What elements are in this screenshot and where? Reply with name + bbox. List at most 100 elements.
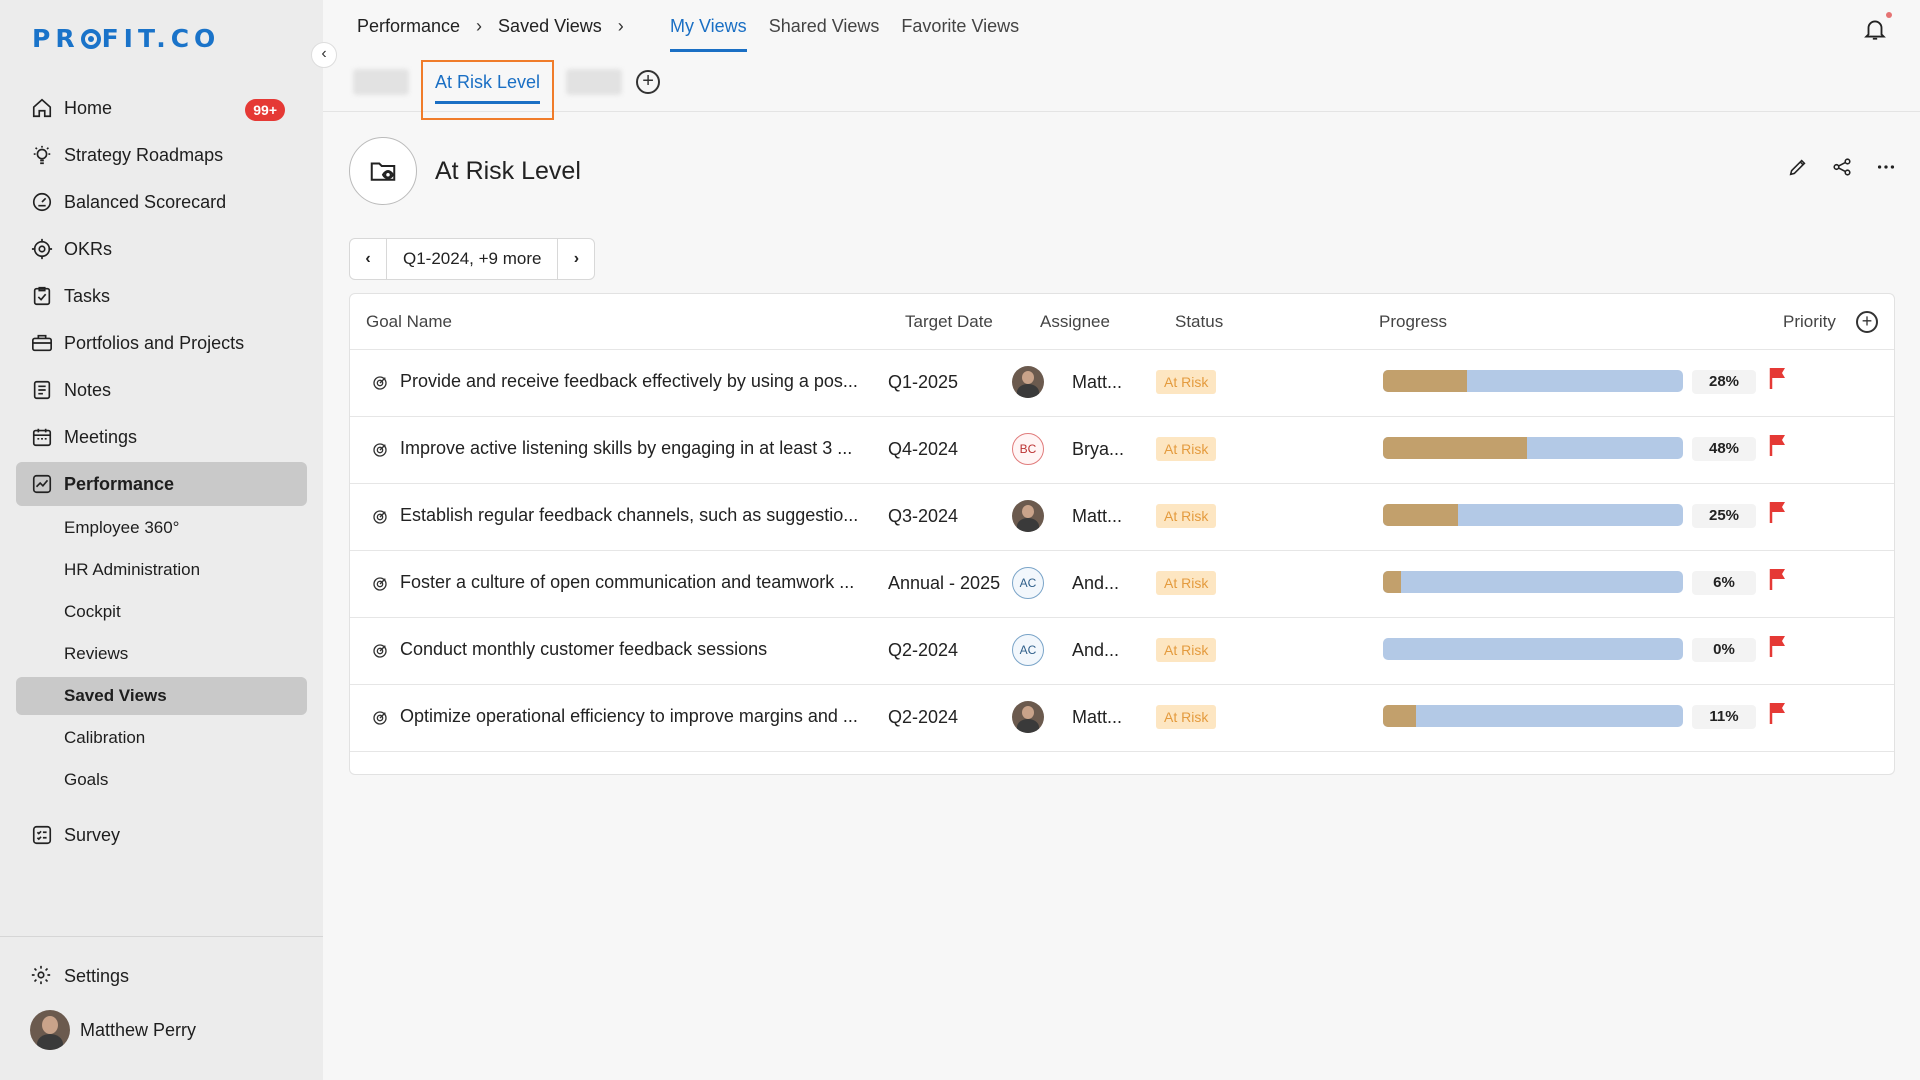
sidebar-subitem-saved-views[interactable]: Saved Views: [16, 677, 307, 715]
table-row[interactable]: Establish regular feedback channels, suc…: [350, 484, 1894, 551]
table-row[interactable]: Foster a culture of open communication a…: [350, 551, 1894, 618]
sidebar-item-balanced-scorecard[interactable]: Balanced Scorecard: [16, 180, 307, 224]
chevron-right-icon: ›: [476, 16, 483, 36]
priority-flag-icon[interactable]: [1768, 701, 1788, 725]
goal-name[interactable]: Improve active listening skills by engag…: [400, 438, 880, 459]
assignee-name[interactable]: Matt...: [1072, 707, 1122, 728]
progress-bar: [1383, 571, 1683, 593]
status-badge: At Risk: [1156, 437, 1217, 461]
column-target-date[interactable]: Target Date: [905, 312, 993, 332]
sidebar-item-settings[interactable]: Settings: [30, 964, 129, 988]
goal-name[interactable]: Foster a culture of open communication a…: [400, 572, 880, 593]
column-assignee[interactable]: Assignee: [1040, 312, 1110, 332]
target-date: Q1-2025: [888, 372, 959, 392]
share-icon[interactable]: [1828, 153, 1856, 181]
column-progress[interactable]: Progress: [1379, 312, 1447, 332]
sidebar-subitem-employee-360[interactable]: Employee 360°: [16, 509, 307, 547]
goal-name[interactable]: Optimize operational efficiency to impro…: [400, 706, 880, 727]
table-row[interactable]: Optimize operational efficiency to impro…: [350, 685, 1894, 752]
tab-shared-views[interactable]: Shared Views: [769, 16, 880, 52]
folder-eye-icon: [349, 137, 417, 205]
period-label[interactable]: Q1-2024, +9 more: [386, 239, 559, 279]
assignee-avatar: AC: [1012, 567, 1044, 599]
sidebar-item-performance[interactable]: Performance: [16, 462, 307, 506]
sidebar-subitem-hr-administration[interactable]: HR Administration: [16, 551, 307, 589]
scorecard-icon: [30, 190, 54, 214]
priority-flag-icon[interactable]: [1768, 567, 1788, 591]
progress-percent: 6%: [1692, 571, 1756, 595]
progress-percent: 0%: [1692, 638, 1756, 662]
view-tabs: My Views Shared Views Favorite Views: [670, 16, 1041, 52]
sidebar-item-label: Performance: [64, 473, 175, 494]
column-status[interactable]: Status: [1175, 312, 1223, 332]
sidebar-item-notes[interactable]: Notes: [16, 368, 307, 412]
user-profile[interactable]: Matthew Perry: [30, 1010, 196, 1050]
priority-flag-icon[interactable]: [1768, 366, 1788, 390]
target-date: Q2-2024: [888, 640, 959, 660]
notes-icon: [30, 378, 54, 402]
sidebar-item-okrs[interactable]: OKRs: [16, 227, 307, 271]
sidebar-subitem-goals[interactable]: Goals: [16, 761, 307, 799]
sidebar-item-label: Strategy Roadmaps: [64, 144, 224, 165]
progress-percent: 28%: [1692, 370, 1756, 394]
priority-flag-icon[interactable]: [1768, 433, 1788, 457]
goal-name[interactable]: Provide and receive feedback effectively…: [400, 371, 880, 392]
status-badge: At Risk: [1156, 638, 1217, 662]
assignee-avatar: BC: [1012, 433, 1044, 465]
avatar: [30, 1010, 70, 1050]
column-goal-name[interactable]: Goal Name: [366, 312, 452, 332]
assignee-name[interactable]: Matt...: [1072, 372, 1122, 393]
next-period-button[interactable]: ›: [558, 239, 594, 279]
progress-bar: [1383, 705, 1683, 727]
bell-icon[interactable]: [1862, 16, 1888, 42]
sidebar-item-home[interactable]: Home 99+: [16, 86, 307, 130]
progress-bar: [1383, 370, 1683, 392]
goal-name[interactable]: Establish regular feedback channels, suc…: [400, 505, 880, 526]
column-priority[interactable]: Priority: [1783, 312, 1836, 332]
gear-icon: [30, 964, 54, 988]
tab-favorite-views[interactable]: Favorite Views: [901, 16, 1019, 52]
breadcrumb-saved-views[interactable]: Saved Views: [498, 16, 602, 37]
assignee-name[interactable]: Matt...: [1072, 506, 1122, 527]
saved-view-tab-blurred[interactable]: [566, 69, 623, 95]
sidebar-subitem-reviews[interactable]: Reviews: [16, 635, 307, 673]
goal-name[interactable]: Conduct monthly customer feedback sessio…: [400, 639, 880, 660]
sidebar-subitem-cockpit[interactable]: Cockpit: [16, 593, 307, 631]
notification-badge: 99+: [245, 99, 285, 121]
profit-co-logo[interactable]: PR FIT.CO: [32, 24, 220, 53]
edit-icon[interactable]: [1784, 153, 1812, 181]
tab-my-views[interactable]: My Views: [670, 16, 747, 52]
sidebar-item-meetings[interactable]: Meetings: [16, 415, 307, 459]
add-column-icon[interactable]: +: [1856, 310, 1878, 333]
sidebar-item-strategy-roadmaps[interactable]: Strategy Roadmaps: [16, 133, 307, 177]
sidebar: PR FIT.CO ‹ Home 99+ Strategy Roadmaps Ba…: [0, 0, 337, 1080]
chevron-right-icon: ›: [617, 16, 624, 36]
saved-view-tab-blurred[interactable]: [353, 69, 409, 95]
assignee-name[interactable]: Brya...: [1072, 439, 1124, 460]
saved-view-tab-at-risk-level[interactable]: At Risk Level: [421, 60, 555, 120]
more-options-icon[interactable]: [1872, 153, 1900, 181]
sidebar-item-label: Survey: [64, 824, 121, 845]
settings-label: Settings: [64, 965, 130, 986]
sidebar-item-survey[interactable]: Survey: [16, 813, 307, 857]
priority-flag-icon[interactable]: [1768, 634, 1788, 658]
sidebar-item-portfolios[interactable]: Portfolios and Projects: [16, 321, 307, 365]
sidebar-divider: [0, 936, 323, 937]
goal-icon: [372, 375, 388, 391]
table-row[interactable]: Improve active listening skills by engag…: [350, 417, 1894, 484]
add-view-icon[interactable]: +: [636, 70, 661, 94]
breadcrumb-performance[interactable]: Performance: [357, 16, 460, 37]
assignee-name[interactable]: And...: [1072, 573, 1119, 594]
status-badge: At Risk: [1156, 705, 1217, 729]
sidebar-item-tasks[interactable]: Tasks: [16, 274, 307, 318]
table-row[interactable]: Conduct monthly customer feedback sessio…: [350, 618, 1894, 685]
progress-bar: [1383, 504, 1683, 526]
table-row[interactable]: Provide and receive feedback effectively…: [350, 350, 1894, 417]
goal-icon: [372, 509, 388, 525]
sidebar-subitem-calibration[interactable]: Calibration: [16, 719, 307, 757]
target-date: Q4-2024: [888, 439, 959, 459]
priority-flag-icon[interactable]: [1768, 500, 1788, 524]
assignee-name[interactable]: And...: [1072, 640, 1119, 661]
collapse-sidebar-button[interactable]: ‹: [311, 42, 337, 68]
previous-period-button[interactable]: ‹: [350, 239, 386, 279]
